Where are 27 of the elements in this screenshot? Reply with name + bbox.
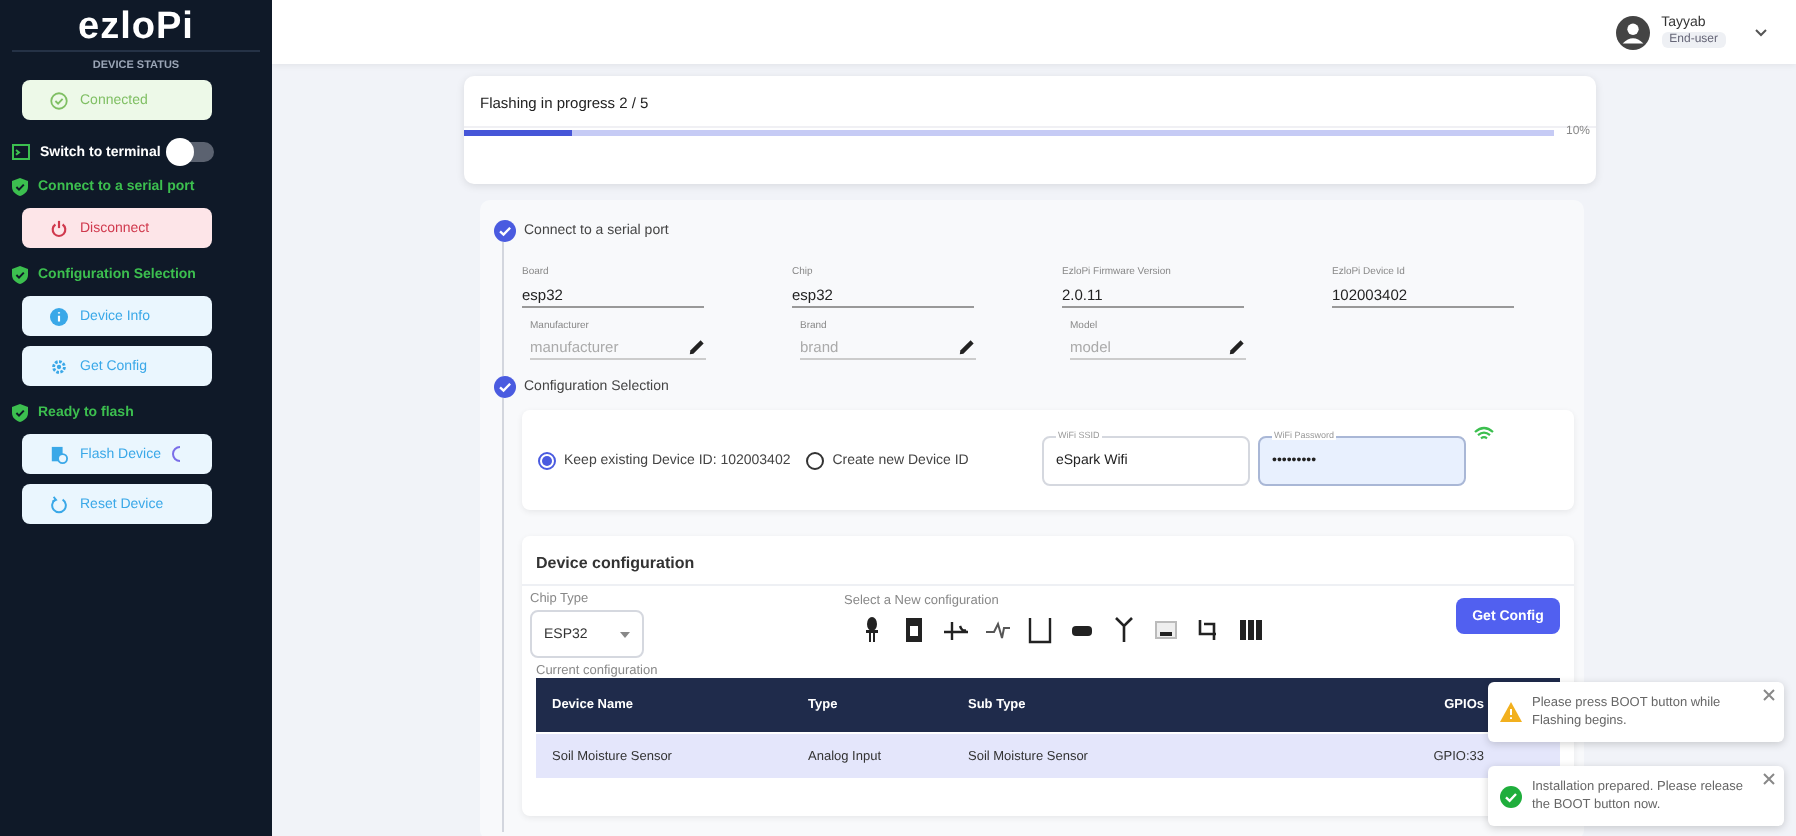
edit-icon[interactable] <box>688 338 706 356</box>
settings-icon <box>50 357 68 375</box>
check-circle-icon <box>50 91 68 109</box>
file-icon <box>50 445 68 463</box>
check-circle-icon <box>1500 785 1522 808</box>
terminal-icon <box>12 144 30 160</box>
card-title: Device configuration <box>522 536 1574 586</box>
close-icon[interactable] <box>1762 772 1776 786</box>
bracket-icon[interactable] <box>1026 616 1054 644</box>
wifi-icon <box>1474 426 1494 442</box>
info-icon <box>50 307 68 325</box>
caret-icon <box>620 631 630 637</box>
restart-icon <box>50 495 68 513</box>
chevron-down-icon[interactable] <box>1754 27 1768 37</box>
antenna-icon[interactable] <box>1110 616 1138 644</box>
close-icon[interactable] <box>1762 688 1776 702</box>
edit-icon[interactable] <box>958 338 976 356</box>
avatar-icon <box>1615 15 1650 49</box>
power-icon <box>50 219 68 237</box>
logo: ezloPi <box>12 0 260 52</box>
edit-icon[interactable] <box>1228 338 1246 356</box>
wave-icon[interactable] <box>984 616 1012 644</box>
switches-icon[interactable] <box>1236 616 1264 644</box>
crop-icon[interactable] <box>1194 616 1222 644</box>
module-icon[interactable] <box>900 616 928 644</box>
warning-icon <box>1500 702 1522 723</box>
terminal-switch[interactable] <box>170 142 215 162</box>
